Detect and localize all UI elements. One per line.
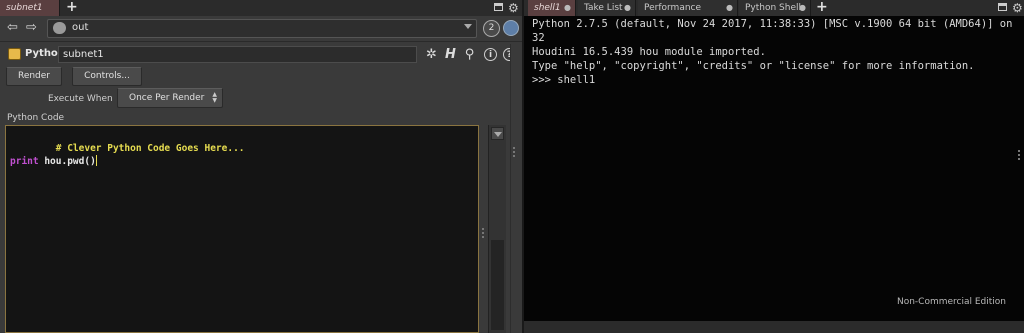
add-tab-plus-icon[interactable]: + (816, 0, 828, 16)
close-icon[interactable]: ● (624, 0, 631, 16)
non-commercial-watermark: Non-Commercial Edition (896, 297, 1006, 307)
tab-python-shell[interactable]: Python Shell ● (739, 0, 811, 16)
pin-button[interactable]: 2 (483, 20, 500, 37)
node-name-value: subnet1 (63, 49, 104, 60)
path-bar: ⇦ ⇨ out 2 (0, 16, 522, 42)
tab-subnet1[interactable]: subnet1 (0, 0, 60, 16)
close-icon[interactable]: ● (726, 0, 733, 16)
node-name-field[interactable]: subnet1 (58, 46, 417, 63)
execute-when-label: Execute When (48, 94, 113, 104)
path-value: out (72, 22, 89, 33)
gear-icon[interactable]: ✲ (424, 47, 439, 62)
search-icon[interactable]: ⚲ (462, 47, 477, 62)
info-icon[interactable]: i (484, 48, 497, 61)
editor-scrollbar[interactable] (488, 125, 506, 333)
tab-performance-monitor[interactable]: Performance Monitor ● (638, 0, 738, 29)
grip-handle[interactable] (1018, 150, 1022, 160)
pane-menu-icon[interactable] (998, 3, 1007, 11)
pane-menu-icon[interactable] (494, 3, 503, 11)
back-arrow-icon[interactable]: ⇦ (7, 21, 18, 35)
python-shell-pane: shell1 ● Take List ● Performance Monitor… (524, 0, 1024, 333)
up-down-arrows-icon: ▲ ▼ (212, 91, 217, 104)
python-code-editor[interactable]: # Clever Python Code Goes Here... print … (5, 125, 479, 333)
network-path-field[interactable]: out (47, 19, 477, 38)
code-keyword: print (10, 156, 39, 167)
python-shell-console[interactable]: Python 2.7.5 (default, Nov 24 2017, 11:3… (524, 16, 1024, 321)
code-line-1: # Clever Python Code Goes Here... (55, 143, 245, 154)
tab-label: Python Shell (745, 3, 802, 13)
forward-arrow-icon[interactable]: ⇨ (26, 21, 37, 35)
render-button[interactable]: Render (6, 67, 62, 86)
controls-button[interactable]: Controls... (72, 67, 142, 86)
console-scrollbar[interactable] (1016, 16, 1024, 321)
execute-when-select[interactable]: Once Per Render ▲ ▼ (117, 88, 223, 108)
tab-shell1[interactable]: shell1 ● (528, 0, 576, 16)
tab-take-list[interactable]: Take List ● (578, 0, 636, 16)
add-tab-plus-icon[interactable]: + (66, 0, 78, 16)
node-header: Python subnet1 ✲ H ⚲ i ? (0, 44, 522, 64)
tab-label: shell1 (534, 3, 561, 13)
console-output: Python 2.7.5 (default, Nov 24 2017, 11:3… (532, 18, 1013, 86)
link-icon[interactable] (503, 20, 519, 36)
pane-gear-icon[interactable]: ⚙ (1012, 1, 1023, 15)
close-icon[interactable]: ● (564, 0, 571, 16)
tab-label: Take List (584, 3, 623, 13)
editor-resize-grip[interactable] (482, 228, 486, 238)
scroll-dropdown-icon[interactable] (491, 127, 504, 140)
chevron-down-icon[interactable] (464, 24, 472, 29)
status-strip (524, 321, 1024, 333)
text-caret (95, 155, 97, 166)
houdini-help-icon[interactable]: H (443, 47, 458, 62)
pane-gear-icon[interactable]: ⚙ (508, 1, 519, 15)
close-icon[interactable]: ● (799, 0, 806, 16)
parameter-pane: subnet1 + ⚙ ⇦ ⇨ out 2 Python subnet1 ✲ H (0, 0, 522, 333)
houdini-window: subnet1 + ⚙ ⇦ ⇨ out 2 Python subnet1 ✲ H (0, 0, 1024, 333)
execute-when-value: Once Per Render (129, 93, 205, 103)
python-code-label: Python Code (7, 113, 65, 123)
code-line-2: hou.pwd() (38, 156, 96, 167)
right-tab-bar: shell1 ● Take List ● Performance Monitor… (524, 0, 1024, 29)
grip-handle[interactable] (513, 147, 517, 157)
network-context-icon (53, 22, 66, 34)
scrollbar-thumb[interactable] (491, 240, 504, 330)
tab-label: subnet1 (6, 3, 43, 13)
pane-scrollbar[interactable] (510, 44, 521, 333)
left-tab-bar: subnet1 + ⚙ (0, 0, 522, 16)
python-node-icon (8, 48, 21, 60)
